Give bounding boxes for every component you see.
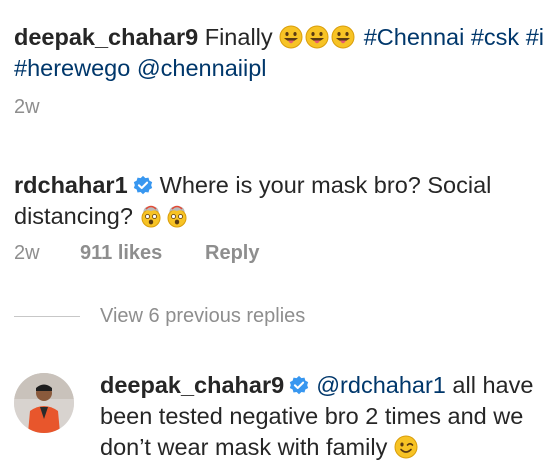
- exploding-head-emoji: [167, 205, 187, 228]
- post-timestamp: 2w: [14, 96, 40, 118]
- replies-divider-line: [14, 316, 80, 317]
- profile-photo-image: [14, 373, 74, 433]
- exploding-head-emoji: [141, 205, 161, 228]
- verified-badge-icon: [290, 375, 309, 395]
- grinning-tongue-out-emoji: [305, 25, 329, 49]
- view-previous-replies-button[interactable]: View 6 previous replies: [14, 305, 305, 328]
- comment-author-username[interactable]: rdchahar1: [14, 172, 128, 198]
- comment-reply-button[interactable]: Reply: [205, 242, 259, 265]
- comment-likes-label: 911 likes: [80, 242, 163, 264]
- comment-likes-count[interactable]: 911 likes: [80, 242, 162, 265]
- grinning-tongue-out-emoji: [331, 25, 355, 49]
- post-caption: deepak_chahar9 Finally #Chennai #csk #i …: [14, 22, 560, 84]
- reply-text-line3: don’t wear mask with family: [100, 434, 388, 460]
- reply-text-line2: been tested negative bro 2 times and we: [100, 403, 524, 429]
- avatar[interactable]: [14, 373, 74, 433]
- comment-text-line2: distancing?: [14, 203, 133, 229]
- comment-reply-label: Reply: [205, 242, 260, 264]
- verified-badge-icon: [133, 175, 152, 195]
- view-previous-replies-label: View 6 previous replies: [100, 305, 306, 327]
- instagram-comments-screen: deepak_chahar9 Finally #Chennai #csk #i …: [0, 0, 560, 464]
- post-hashtags-line2[interactable]: #herewego @chennaiipl: [14, 55, 267, 81]
- winking-face-emoji: [394, 435, 418, 459]
- post-author-username[interactable]: deepak_chahar9: [14, 24, 198, 50]
- comment-text-line1: Where is your mask bro? Social: [159, 172, 492, 198]
- post-caption-text: Finally: [204, 24, 273, 50]
- comment-timestamp: 2w: [14, 242, 40, 264]
- reply-author-username[interactable]: deepak_chahar9: [100, 372, 284, 398]
- reply-item: deepak_chahar9 @rdchahar1 all have been …: [100, 370, 555, 463]
- grinning-tongue-out-emoji: [279, 25, 303, 49]
- comment-item: rdchahar1 Where is your mask bro? Social…: [14, 170, 554, 232]
- reply-text-line1: all have: [445, 372, 534, 398]
- reply-mention-link[interactable]: @rdchahar1: [316, 372, 446, 398]
- post-hashtags-line1[interactable]: #Chennai #csk #i: [364, 24, 544, 50]
